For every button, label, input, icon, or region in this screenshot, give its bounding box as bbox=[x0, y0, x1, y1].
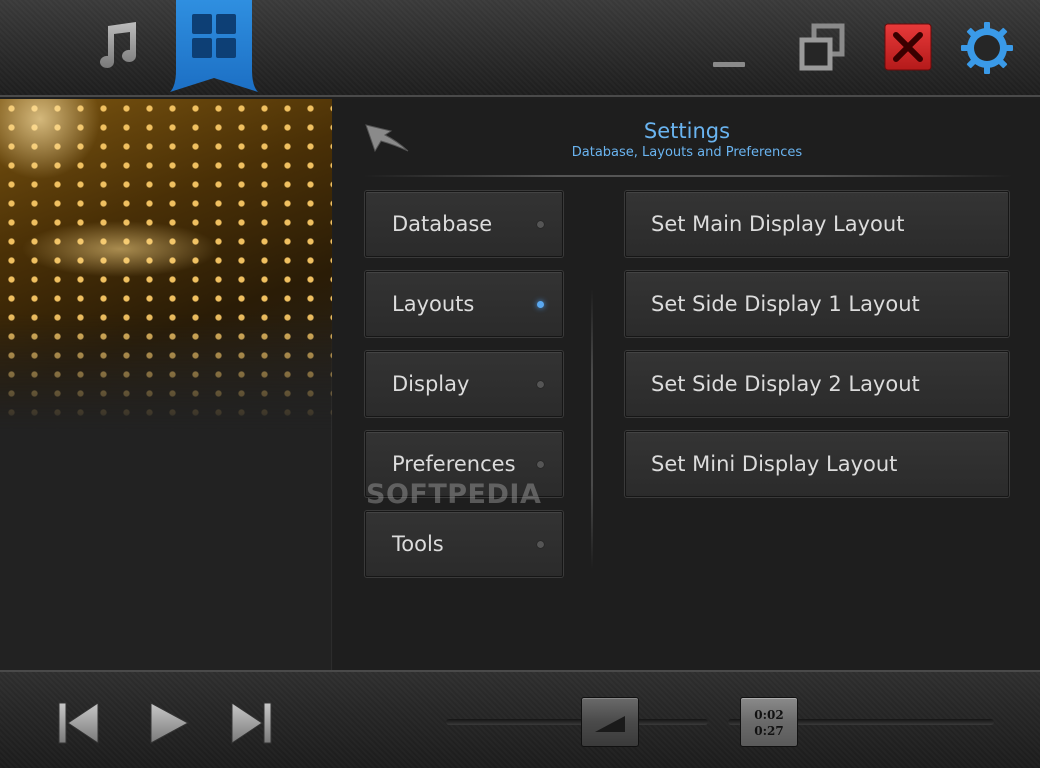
menu-item-display[interactable]: Display bbox=[365, 351, 563, 417]
set-side-display-2-layout-button[interactable]: Set Side Display 2 Layout bbox=[625, 351, 1009, 417]
time-elapsed: 0:02 bbox=[754, 708, 784, 722]
seek-slider-handle[interactable]: 0:02 0:27 bbox=[740, 697, 798, 747]
menu-item-tools[interactable]: Tools bbox=[365, 511, 563, 577]
minimize-icon[interactable] bbox=[706, 40, 752, 80]
watermark: SOFTPEDIA bbox=[366, 479, 542, 510]
menu-item-layouts[interactable]: Layouts bbox=[365, 271, 563, 337]
button-label: Set Mini Display Layout bbox=[651, 452, 898, 476]
volume-slider-handle[interactable] bbox=[581, 697, 639, 747]
set-mini-display-layout-button[interactable]: Set Mini Display Layout bbox=[625, 431, 1009, 497]
indicator-dot bbox=[537, 381, 544, 388]
menu-item-label: Database bbox=[392, 212, 493, 236]
skip-previous-icon[interactable] bbox=[56, 700, 102, 746]
vertical-divider bbox=[591, 289, 593, 569]
album-art-panel bbox=[0, 99, 332, 670]
skip-next-icon[interactable] bbox=[228, 700, 274, 746]
settings-panel: Settings Database, Layouts and Preferenc… bbox=[333, 99, 1040, 670]
back-arrow-icon[interactable] bbox=[363, 121, 411, 157]
music-note-icon[interactable] bbox=[86, 16, 146, 76]
menu-item-label: Tools bbox=[392, 532, 444, 556]
restore-window-icon[interactable] bbox=[794, 22, 850, 74]
button-label: Set Side Display 1 Layout bbox=[651, 292, 920, 316]
page-title: Settings bbox=[643, 119, 731, 143]
time-total: 0:27 bbox=[754, 724, 784, 738]
button-label: Set Main Display Layout bbox=[651, 212, 905, 236]
volume-ramp-icon bbox=[595, 716, 625, 732]
page-subtitle: Database, Layouts and Preferences bbox=[571, 145, 803, 160]
indicator-dot bbox=[537, 541, 544, 548]
menu-item-database[interactable]: Database bbox=[365, 191, 563, 257]
indicator-dot bbox=[537, 461, 544, 468]
play-icon[interactable] bbox=[146, 700, 192, 746]
close-icon[interactable] bbox=[883, 22, 933, 72]
album-art-image bbox=[0, 99, 332, 429]
layout-grid-icon[interactable] bbox=[170, 0, 258, 92]
button-label: Set Side Display 2 Layout bbox=[651, 372, 920, 396]
active-indicator-dot bbox=[537, 301, 544, 308]
menu-item-label: Layouts bbox=[392, 292, 475, 316]
volume-slider-track[interactable] bbox=[446, 719, 708, 725]
top-bar bbox=[0, 0, 1040, 97]
gear-icon[interactable] bbox=[959, 20, 1015, 76]
menu-item-label: Display bbox=[392, 372, 470, 396]
header-divider bbox=[363, 175, 1013, 177]
playback-controls: 0:02 0:27 bbox=[0, 670, 1040, 768]
set-main-display-layout-button[interactable]: Set Main Display Layout bbox=[625, 191, 1009, 257]
set-side-display-1-layout-button[interactable]: Set Side Display 1 Layout bbox=[625, 271, 1009, 337]
indicator-dot bbox=[537, 221, 544, 228]
